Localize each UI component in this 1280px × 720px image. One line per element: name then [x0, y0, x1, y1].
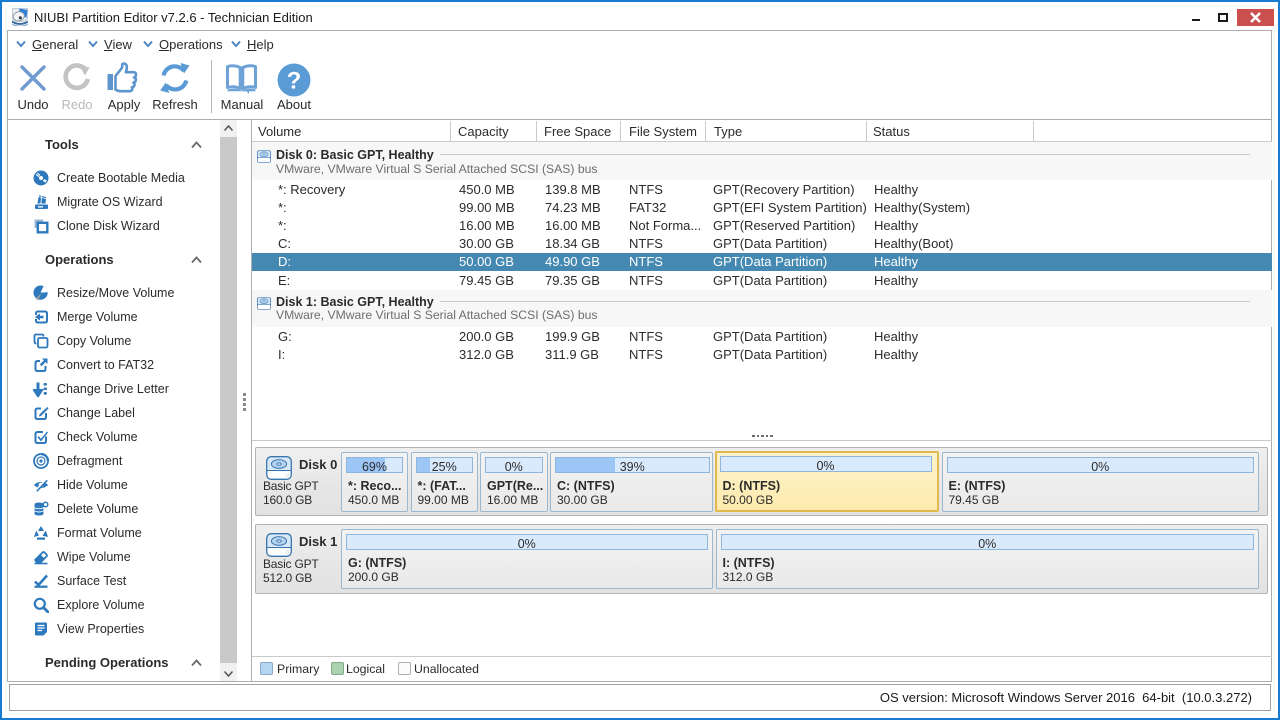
- svg-text:?: ?: [287, 68, 302, 95]
